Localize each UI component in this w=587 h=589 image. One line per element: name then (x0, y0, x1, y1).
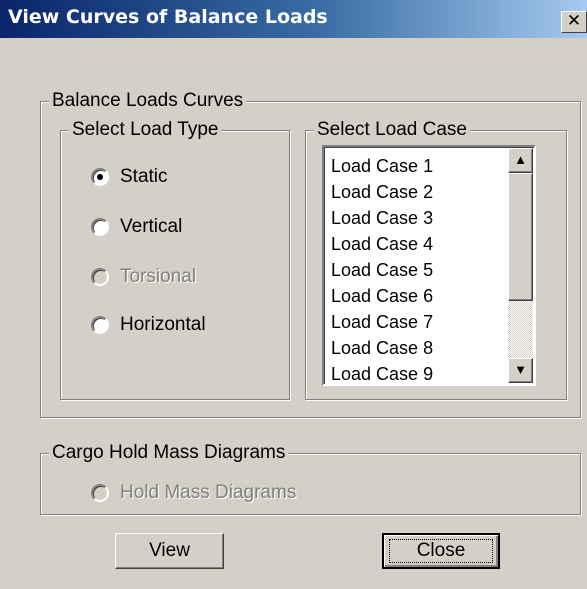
list-item[interactable]: Load Case 3 (331, 205, 433, 231)
view-button-label: View (149, 540, 190, 561)
list-item[interactable]: Load Case 7 (331, 309, 433, 335)
scroll-down-button[interactable]: ▼ (508, 358, 533, 383)
arrow-down-icon: ▼ (514, 362, 527, 377)
radio-label-torsional: Torsional (120, 266, 197, 287)
list-item[interactable]: Load Case 9 (331, 361, 433, 384)
radio-button-disabled (91, 268, 109, 286)
load-case-list: Load Case 1 Load Case 2 Load Case 3 Load… (331, 153, 433, 384)
load-case-listbox[interactable]: Load Case 1 Load Case 2 Load Case 3 Load… (322, 145, 536, 386)
scroll-up-button[interactable]: ▲ (508, 148, 533, 173)
select-load-case-legend: Select Load Case (314, 119, 470, 141)
radio-label-vertical: Vertical (120, 216, 183, 237)
radio-hold-mass-diagrams: Hold Mass Diagrams (91, 480, 296, 506)
radio-button-disabled (91, 484, 109, 502)
list-item[interactable]: Load Case 8 (331, 335, 433, 361)
radio-button[interactable] (91, 316, 109, 334)
close-button-label: Close (416, 540, 466, 561)
radio-horizontal[interactable]: Horizontal (91, 312, 206, 338)
view-button[interactable]: View (115, 533, 224, 569)
title-bar[interactable]: View Curves of Balance Loads ✕ (0, 0, 587, 38)
list-item[interactable]: Load Case 6 (331, 283, 433, 309)
close-window-button[interactable]: ✕ (561, 11, 587, 33)
radio-button-checked[interactable] (91, 168, 109, 186)
radio-static[interactable]: Static (91, 164, 168, 190)
radio-torsional: Torsional (91, 264, 196, 290)
radio-vertical[interactable]: Vertical (91, 214, 182, 240)
close-button[interactable]: Close (382, 533, 500, 569)
radio-label-horizontal: Horizontal (120, 314, 206, 335)
vertical-scrollbar[interactable]: ▲ ▼ (508, 148, 533, 383)
list-item[interactable]: Load Case 4 (331, 231, 433, 257)
select-load-type-legend: Select Load Type (69, 119, 222, 141)
radio-label-hold-mass-diagrams: Hold Mass Diagrams (120, 482, 297, 503)
balance-loads-curves-legend: Balance Loads Curves (49, 90, 247, 112)
arrow-up-icon: ▲ (514, 152, 527, 167)
window-title: View Curves of Balance Loads (8, 6, 328, 28)
list-item[interactable]: Load Case 5 (331, 257, 433, 283)
radio-label-static: Static (120, 166, 168, 187)
cargo-hold-mass-diagrams-legend: Cargo Hold Mass Diagrams (49, 442, 289, 464)
list-item[interactable]: Load Case 1 (331, 153, 433, 179)
close-icon: ✕ (566, 11, 582, 31)
list-item[interactable]: Load Case 2 (331, 179, 433, 205)
radio-button[interactable] (91, 218, 109, 236)
scrollbar-thumb[interactable] (508, 173, 533, 301)
